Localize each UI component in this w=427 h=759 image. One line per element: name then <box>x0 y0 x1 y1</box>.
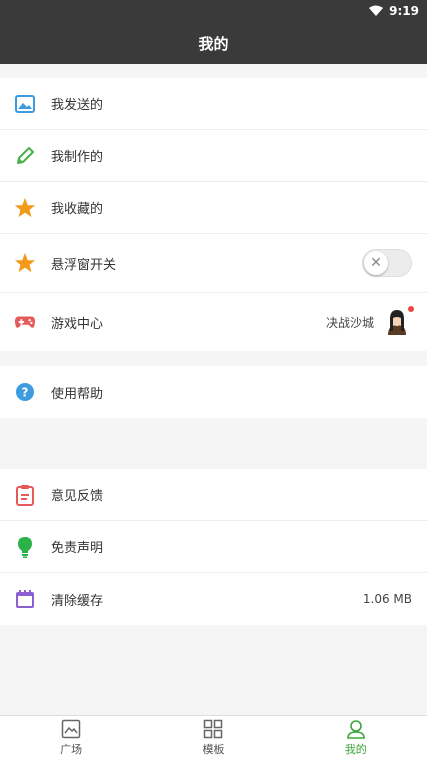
menu-item-feedback[interactable]: 意见反馈 <box>0 469 427 521</box>
menu-item-label: 我发送的 <box>51 98 104 113</box>
image-icon <box>14 93 36 115</box>
menu-item-help[interactable]: ? 使用帮助 <box>0 366 427 418</box>
menu-item-label: 游戏中心 <box>51 316 104 332</box>
menu-item-disclaimer[interactable]: 免责声明 <box>0 521 427 573</box>
menu-item-sent[interactable]: 我发送的 <box>0 78 427 130</box>
clipboard-icon <box>14 484 36 506</box>
menu-item-favorites[interactable]: 我收藏的 <box>0 182 427 234</box>
gamepad-icon <box>14 311 36 333</box>
game-avatar <box>382 306 414 337</box>
page-title: 我的 <box>0 24 427 64</box>
pencil-icon <box>14 145 36 167</box>
close-icon: ✕ <box>364 251 388 275</box>
menu-item-label: 清除缓存 <box>51 593 104 609</box>
tab-square[interactable]: 广场 <box>0 716 142 759</box>
game-promo[interactable]: 决战沙城 <box>325 306 414 337</box>
status-bar: 9:19 <box>0 0 427 24</box>
grid-icon <box>204 719 223 738</box>
image-icon <box>61 719 81 738</box>
star-icon <box>14 252 36 274</box>
user-icon <box>347 719 365 739</box>
status-right: 9:19 <box>369 4 419 18</box>
bulb-icon <box>14 536 36 558</box>
menu-item-label: 使用帮助 <box>51 386 104 402</box>
wifi-icon <box>369 5 384 16</box>
svg-text:?: ? <box>22 386 29 400</box>
menu-section-3: 意见反馈 免责声明 清除缓存 1.06 MB <box>0 469 427 625</box>
cache-size: 1.06 MB <box>362 592 412 606</box>
menu-item-label: 悬浮窗开关 <box>51 257 117 273</box>
tab-label: 广场 <box>60 742 83 756</box>
menu-item-label: 我收藏的 <box>51 202 104 217</box>
bottom-tab-bar: 广场 模板 我的 <box>0 715 427 759</box>
menu-item-clear-cache[interactable]: 清除缓存 1.06 MB <box>0 573 427 625</box>
menu-item-label: 免责声明 <box>51 541 104 556</box>
tab-templates[interactable]: 模板 <box>142 716 284 759</box>
menu-item-float-window: 悬浮窗开关 ✕ <box>0 234 427 293</box>
menu-section-1: 我发送的 我制作的 我收藏的 悬浮窗开关 ✕ 游戏中心 决战沙城 <box>0 78 427 351</box>
status-time: 9:19 <box>389 4 419 18</box>
menu-item-label: 我制作的 <box>51 150 104 165</box>
menu-item-label: 意见反馈 <box>51 489 104 504</box>
float-window-toggle[interactable]: ✕ <box>362 249 412 277</box>
tab-label: 模板 <box>202 742 225 756</box>
notification-dot <box>408 306 414 312</box>
menu-section-2: ? 使用帮助 <box>0 366 427 418</box>
menu-item-game-center[interactable]: 游戏中心 决战沙城 <box>0 293 427 351</box>
tab-label: 我的 <box>344 742 367 756</box>
tab-mine[interactable]: 我的 <box>285 716 427 759</box>
menu-item-made[interactable]: 我制作的 <box>0 130 427 182</box>
game-name: 决战沙城 <box>325 315 374 330</box>
help-icon: ? <box>14 381 36 403</box>
star-icon <box>14 197 36 219</box>
calendar-icon <box>14 588 36 610</box>
